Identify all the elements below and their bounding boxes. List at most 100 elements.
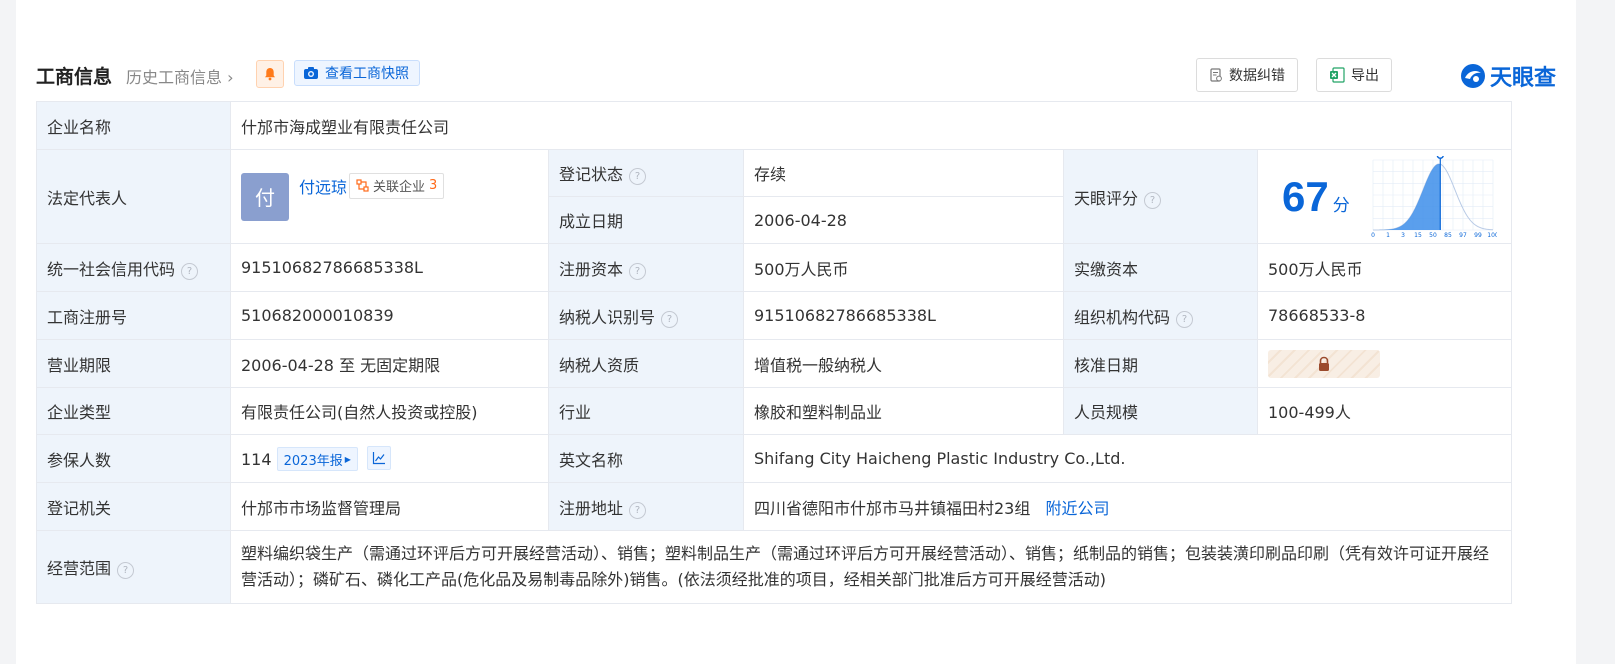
help-icon[interactable]: ? [181, 262, 199, 280]
tax-qual-value: 增值税一般纳税人 [743, 339, 1064, 388]
org-code-label: 组织机构代码 [1074, 307, 1171, 327]
reg-no-value: 510682000010839 [230, 291, 549, 340]
legal-rep-label: 法定代表人 [36, 149, 231, 244]
address-value: 四川省德阳市什邡市马井镇福田村23组 [754, 498, 1031, 518]
score-unit: 分 [1332, 195, 1350, 216]
annual-report-label: 2023年报 [283, 453, 343, 469]
insured-cell: 114 2023年报 ▶ [230, 434, 549, 483]
paid-capital-value: 500万人民币 [1256, 243, 1513, 292]
table-row: 工商注册号 510682000010839 纳税人识别号? 9151068278… [36, 291, 1513, 340]
score-axis-label: 0 [1371, 232, 1375, 238]
credit-code-label-cell: 统一社会信用代码? [36, 243, 231, 292]
paid-capital-label: 实缴资本 [1063, 243, 1258, 292]
tax-qual-label: 纳税人资质 [548, 339, 744, 388]
score-axis-label: 100 [1487, 232, 1497, 238]
approve-date-label: 核准日期 [1063, 339, 1258, 388]
staff-label: 人员规模 [1063, 387, 1258, 435]
status-value: 存续 [743, 149, 1064, 197]
help-icon[interactable]: ? [661, 310, 679, 328]
address-label-cell: 注册地址? [548, 482, 744, 531]
company-name-label: 企业名称 [36, 101, 231, 150]
help-icon[interactable]: ? [1144, 191, 1162, 209]
bell-icon [265, 68, 275, 81]
org-code-value: 78668533-8 [1256, 291, 1513, 340]
score-axis-label: 15 [1414, 232, 1422, 238]
table-row: 登记机关 什邡市市场监督管理局 注册地址? 四川省德阳市什邡市马井镇福田村23组… [36, 482, 1513, 531]
org-code-label-cell: 组织机构代码? [1063, 291, 1258, 340]
company-name-value: 什邡市海成塑业有限责任公司 [229, 101, 1513, 150]
export-button[interactable]: 导出 [1316, 58, 1392, 92]
help-icon[interactable]: ? [629, 168, 647, 185]
history-info-link[interactable]: 历史工商信息 › [126, 64, 234, 88]
status-label-cell: 登记状态? [548, 149, 744, 197]
related-companies-count: 3 [429, 178, 438, 193]
credit-code-value: 91510682786685338L [230, 243, 549, 292]
network-icon [356, 179, 369, 192]
camera-icon [304, 67, 318, 79]
history-info-label: 历史工商信息 [126, 68, 223, 87]
brand-name: 天眼查 [1489, 66, 1556, 91]
locked-value-button[interactable] [1268, 349, 1380, 378]
score-axis-label: 1 [1386, 232, 1390, 238]
export-label: 导出 [1351, 68, 1379, 84]
score-axis-label: 50 [1429, 232, 1437, 238]
taxpayer-id-value: 91510682786685338L [743, 291, 1064, 340]
view-snapshot-button[interactable]: 查看工商快照 [294, 60, 420, 86]
caret-right-icon: ▶ [344, 454, 351, 464]
trend-chart-button[interactable] [366, 445, 391, 470]
term-value: 2006-04-28 至 无固定期限 [230, 339, 549, 388]
founded-value: 2006-04-28 [743, 196, 1064, 244]
excel-icon [1330, 67, 1345, 83]
score-label-cell: 天眼评分? [1063, 149, 1258, 244]
table-row: 法定代表人 付 付远琼 关联企业 3 登记状态 ? 存续 天眼评分 ? 67 分… [36, 149, 1513, 244]
legal-rep-name-link[interactable]: 付远琼 [299, 174, 347, 198]
reg-no-label: 工商注册号 [36, 291, 231, 340]
address-cell: 四川省德阳市什邡市马井镇福田村23组 附近公司 [742, 482, 1513, 531]
tianyancha-logo: 天眼查 [1460, 60, 1556, 92]
type-value: 有限责任公司(自然人投资或控股) [230, 387, 549, 435]
reg-capital-label: 注册资本 [559, 259, 624, 279]
related-companies-badge[interactable]: 关联企业 3 [349, 172, 445, 199]
en-name-label: 英文名称 [548, 434, 744, 483]
legal-rep-cell: 付 付远琼 关联企业 3 [230, 149, 549, 244]
tianyancha-logo-icon [1460, 64, 1485, 88]
credit-code-label: 统一社会信用代码 [47, 259, 176, 279]
insured-value: 114 [241, 449, 272, 469]
authority-label: 登记机关 [36, 482, 231, 531]
authority-value: 什邡市市场监督管理局 [230, 482, 549, 531]
table-row: 经营范围? 塑料编织袋生产（需通过环评后方可开展经营活动）、销售；塑料制品生产（… [36, 530, 1513, 604]
taxpayer-id-label: 纳税人识别号 [559, 307, 656, 327]
en-name-value: Shifang City Haicheng Plastic Industry C… [742, 434, 1513, 483]
help-icon[interactable]: ? [629, 262, 647, 280]
legal-rep-avatar[interactable]: 付 [241, 172, 289, 221]
lock-icon [1319, 356, 1329, 371]
table-row: 企业名称 什邡市海成塑业有限责任公司 [36, 101, 1513, 150]
founded-label: 成立日期 [548, 196, 744, 244]
industry-label: 行业 [548, 387, 744, 435]
score-label: 天眼评分 [1074, 188, 1139, 208]
view-snapshot-label: 查看工商快照 [325, 66, 409, 82]
taxpayer-id-label-cell: 纳税人识别号? [548, 291, 744, 340]
table-row: 统一社会信用代码? 91510682786685338L 注册资本? 500万人… [36, 243, 1513, 292]
score-axis-label: 99 [1474, 232, 1482, 238]
address-label: 注册地址 [559, 498, 624, 518]
table-row: 企业类型 有限责任公司(自然人投资或控股) 行业 橡胶和塑料制品业 人员规模 1… [36, 387, 1513, 435]
document-edit-icon [1210, 68, 1222, 82]
nearby-companies-link[interactable]: 附近公司 [1045, 499, 1109, 518]
section-title: 工商信息 [36, 66, 113, 88]
table-row: 参保人数 114 2023年报 ▶ 英文名称 Shifang City Haic… [36, 434, 1513, 483]
business-info-table: 企业名称 什邡市海成塑业有限责任公司 法定代表人 付 付远琼 关联企业 3 登记… [36, 101, 1513, 604]
help-icon[interactable]: ? [117, 562, 135, 579]
status-label: 登记状态 [559, 165, 624, 184]
insured-label: 参保人数 [36, 434, 231, 483]
help-icon[interactable]: ? [629, 501, 647, 519]
related-companies-label: 关联企业 [373, 180, 426, 195]
monitor-bell-button[interactable] [256, 60, 284, 88]
score-value: 67 [1282, 172, 1329, 220]
approve-date-cell [1256, 339, 1513, 388]
data-correction-label: 数据纠错 [1229, 68, 1285, 84]
data-correction-button[interactable]: 数据纠错 [1196, 58, 1298, 92]
industry-value: 橡胶和塑料制品业 [743, 387, 1064, 435]
annual-report-badge[interactable]: 2023年报 ▶ [276, 447, 358, 472]
help-icon[interactable]: ? [1176, 310, 1194, 328]
